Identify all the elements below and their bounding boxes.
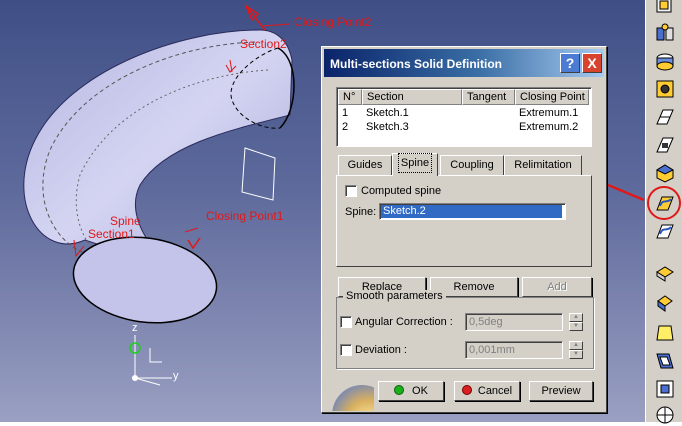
closing-point1-label: Closing Point1 [206, 209, 284, 223]
sections-table[interactable]: N° Section Tangent Closing Point 1 Sketc… [336, 87, 592, 147]
spin-down-icon[interactable]: ▼ [569, 350, 583, 359]
part-design-toolbar [645, 0, 682, 424]
section2-label: Section2 [240, 37, 287, 51]
spin-down-icon[interactable]: ▼ [569, 322, 583, 331]
spin-up-icon[interactable]: ▲ [569, 341, 583, 350]
spine-field[interactable]: Sketch.2 [379, 203, 566, 220]
row-number: 2 [342, 121, 349, 133]
slot-icon[interactable] [654, 134, 676, 156]
multi-sections-solid-dialog: Multi-sections Solid Definition ? X N° S… [321, 46, 607, 413]
row-tangent [462, 106, 515, 120]
angular-correction-input[interactable]: 0,5deg [465, 313, 563, 331]
thickness-icon[interactable] [654, 378, 676, 400]
axis-y-label: y [173, 370, 179, 382]
dialog-titlebar[interactable]: Multi-sections Solid Definition ? X [324, 49, 604, 77]
row-tangent [462, 120, 515, 134]
shell-icon[interactable] [654, 350, 676, 372]
axis-z-label: z [132, 322, 138, 334]
angular-correction-checkbox[interactable] [340, 316, 352, 328]
tab-guides[interactable]: Guides [338, 155, 392, 175]
deviation-input[interactable]: 0,001mm [465, 341, 563, 359]
tab-spine[interactable]: Spine [392, 153, 438, 176]
angular-correction-label: Angular Correction : [355, 316, 453, 328]
smooth-parameters-legend: Smooth parameters [343, 290, 446, 302]
groove-icon[interactable] [654, 50, 676, 72]
ok-icon [394, 385, 405, 395]
spine-field-label: Spine: [345, 206, 377, 218]
deviation-spinner[interactable]: ▲ ▼ [569, 341, 583, 359]
cancel-icon [461, 385, 472, 395]
spine-field-value: Sketch.2 [381, 205, 562, 218]
removed-multi-sections-icon[interactable] [654, 220, 676, 242]
row-closing-point: Extremum.2 [519, 121, 579, 133]
shaft-icon[interactable] [654, 22, 676, 44]
draft-icon[interactable] [654, 322, 676, 344]
row-section: Sketch.3 [366, 121, 409, 133]
section1-label: Section1 [88, 227, 135, 241]
closing-point2-label: Closing Point2 [294, 15, 372, 29]
tab-coupling[interactable]: Coupling [440, 155, 504, 175]
hole-icon[interactable] [654, 78, 676, 100]
thread-icon[interactable] [654, 404, 676, 426]
deviation-checkbox[interactable] [340, 344, 352, 356]
ok-button[interactable]: OK [378, 381, 444, 401]
angular-correction-spinner[interactable]: ▲ ▼ [569, 313, 583, 331]
multi-sections-solid-icon[interactable] [654, 192, 676, 214]
spin-up-icon[interactable]: ▲ [569, 313, 583, 322]
col-header-closing-point[interactable]: Closing Point [515, 89, 589, 105]
help-button[interactable]: ? [560, 53, 580, 73]
close-button[interactable]: X [582, 53, 602, 73]
sketch-plane [241, 147, 276, 201]
section1-face [72, 236, 218, 324]
smooth-parameters-group: Smooth parameters Angular Correction : 0… [336, 290, 594, 369]
row-closing-point: Extremum.1 [519, 107, 579, 119]
col-header-tangent[interactable]: Tangent [462, 89, 515, 105]
computed-spine-label: Computed spine [361, 185, 442, 197]
tab-relimitation[interactable]: Relimitation [504, 155, 582, 175]
dialog-title: Multi-sections Solid Definition [330, 57, 502, 71]
rib-icon[interactable] [654, 106, 676, 128]
row-number: 1 [342, 107, 349, 119]
preview-button[interactable]: Preview [529, 381, 593, 401]
pad-icon[interactable] [654, 0, 676, 16]
computed-spine-checkbox[interactable] [345, 185, 357, 197]
col-header-section[interactable]: Section [362, 89, 462, 105]
deviation-label: Deviation : [355, 344, 407, 356]
earth-logo-icon [332, 385, 374, 411]
fillet-icon[interactable] [654, 262, 676, 284]
spine-tab-panel: Computed spine Spine: Sketch.2 [336, 175, 592, 267]
stiffener-icon[interactable] [654, 162, 676, 184]
cancel-button[interactable]: Cancel [454, 381, 520, 401]
row-section: Sketch.1 [366, 107, 409, 119]
add-button[interactable]: Add [522, 277, 592, 297]
spine-label: Spine [110, 214, 141, 228]
chamfer-icon[interactable] [654, 292, 676, 314]
col-header-number[interactable]: N° [338, 89, 362, 105]
